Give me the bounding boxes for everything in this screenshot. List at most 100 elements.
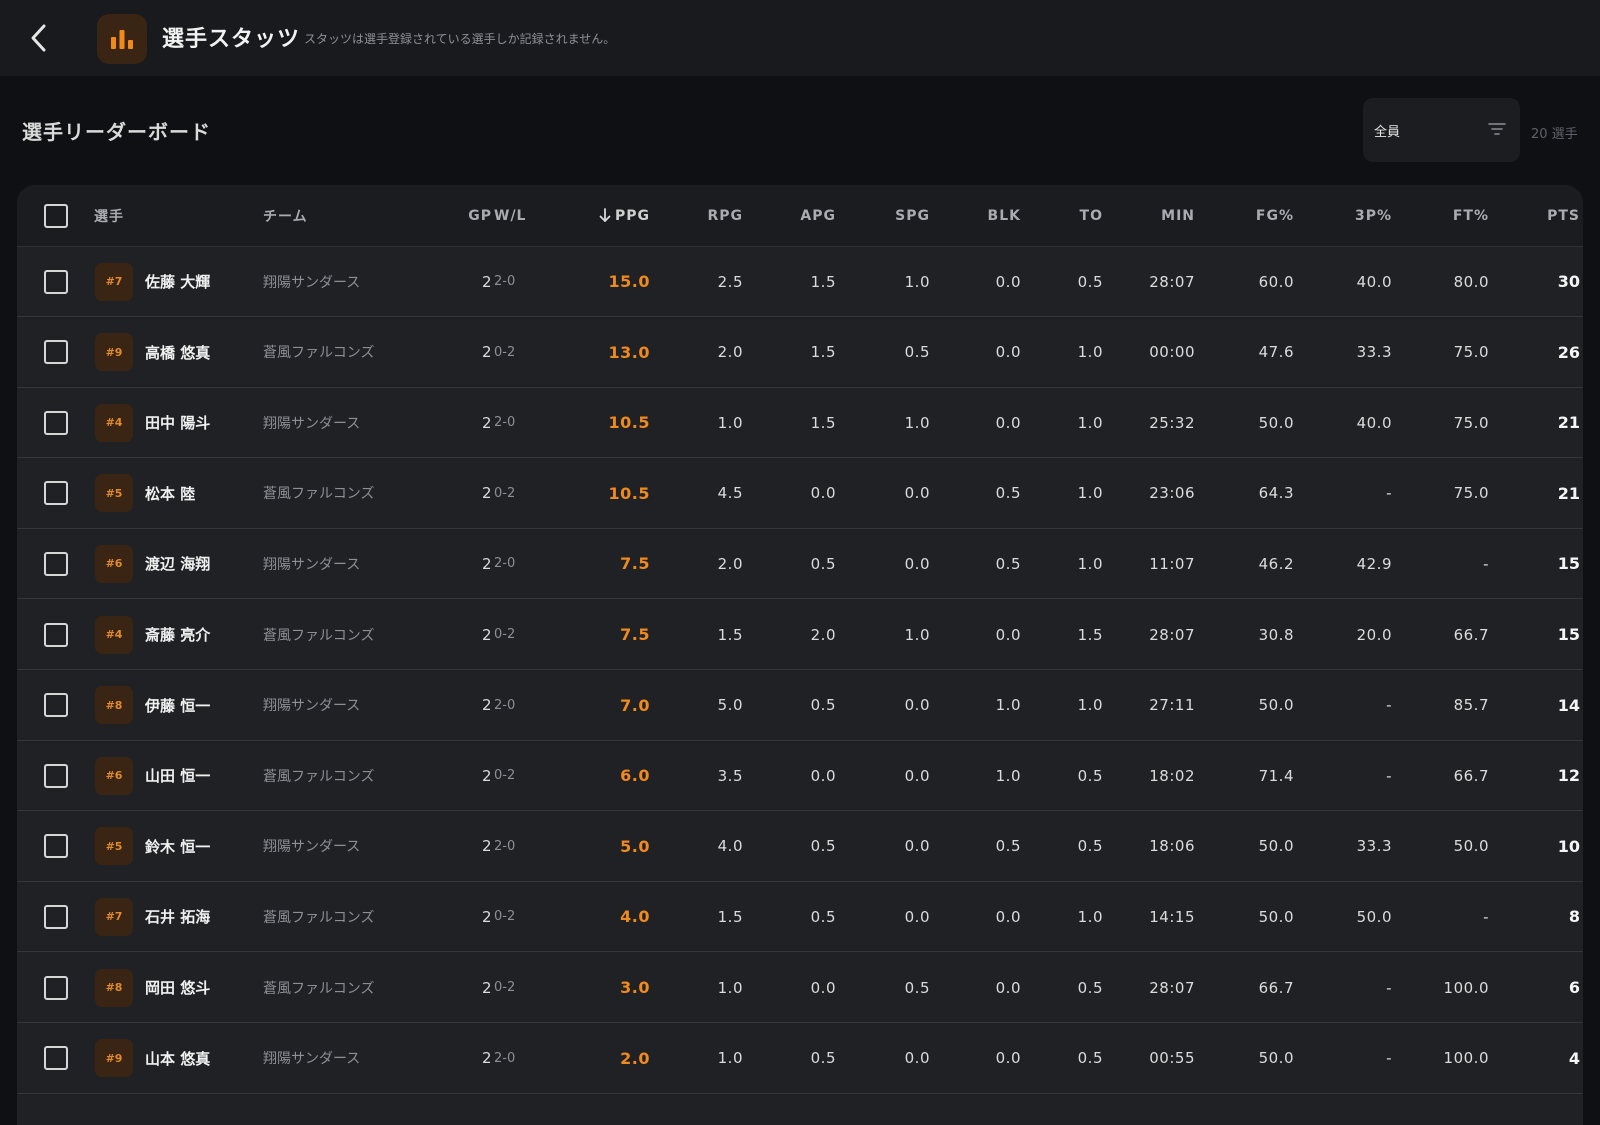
- player-name[interactable]: 斎藤 亮介: [145, 600, 210, 669]
- col-team[interactable]: チーム: [263, 185, 308, 246]
- table-row[interactable]: #6 山田 恒一 蒼風ファルコンズ 2 0-2 6.0 3.5 0.0 0.0 1.0 0.5 18:…: [17, 741, 1583, 812]
- table-header: 選手 チーム GP W/L PPG RPG APG SPG BLK TO MIN…: [17, 185, 1583, 247]
- fg-cell: 50.0: [1258, 413, 1294, 432]
- blk-cell: 0.0: [995, 413, 1021, 432]
- row-checkbox[interactable]: [44, 481, 68, 506]
- col-player[interactable]: 選手: [94, 185, 124, 246]
- to-cell: 0.5: [1077, 1049, 1103, 1068]
- player-name[interactable]: 石井 拓海: [145, 882, 210, 951]
- fg-cell: 71.4: [1258, 766, 1294, 785]
- table-row[interactable]: #5 鈴木 恒一 翔陽サンダース 2 2-0 5.0 4.0 0.5 0.0 0.5 0.5 18:0…: [17, 811, 1583, 882]
- spg-cell: 1.0: [904, 413, 930, 432]
- gp-cell: 2: [481, 837, 492, 856]
- spg-cell: 0.5: [904, 343, 930, 362]
- jersey-number-badge: #6: [95, 756, 133, 795]
- wl-cell: 2-0: [494, 838, 516, 854]
- ppg-cell: 10.5: [608, 483, 650, 503]
- row-checkbox[interactable]: [44, 904, 68, 929]
- fg-cell: 30.8: [1258, 625, 1294, 644]
- rpg-cell: 1.0: [717, 978, 743, 997]
- pts-cell: 10: [1557, 836, 1580, 856]
- col-gp[interactable]: GP: [437, 185, 492, 246]
- team-name: 蒼風ファルコンズ: [263, 980, 375, 997]
- pts-cell: 30: [1557, 272, 1580, 291]
- wl-cell: 0-2: [494, 909, 516, 925]
- 3p-cell: -: [1386, 1049, 1392, 1068]
- rpg-cell: 2.5: [717, 272, 743, 291]
- rpg-cell: 5.0: [717, 696, 743, 715]
- row-checkbox[interactable]: [44, 410, 68, 435]
- row-checkbox[interactable]: [44, 975, 68, 1000]
- gp-cell: 2: [481, 272, 492, 291]
- table-row[interactable]: #7 石井 拓海 蒼風ファルコンズ 2 0-2 4.0 1.5 0.5 0.0 0.0 1.0 14:…: [17, 882, 1583, 953]
- ft-cell: 85.7: [1453, 696, 1489, 715]
- apg-cell: 1.5: [810, 413, 836, 432]
- row-checkbox[interactable]: [44, 834, 68, 859]
- col-ppg[interactable]: PPG: [557, 185, 650, 246]
- player-name[interactable]: 山田 恒一: [145, 741, 210, 810]
- row-checkbox[interactable]: [44, 693, 68, 718]
- row-checkbox[interactable]: [44, 763, 68, 788]
- col-pts[interactable]: PTS: [1492, 185, 1580, 246]
- row-checkbox[interactable]: [44, 340, 68, 365]
- to-cell: 1.0: [1077, 413, 1103, 432]
- to-cell: 1.0: [1077, 484, 1103, 503]
- pts-cell: 21: [1557, 483, 1580, 503]
- filter-value: 全員: [1374, 125, 1401, 140]
- ppg-cell: 6.0: [620, 766, 650, 786]
- player-name[interactable]: 岡田 悠斗: [145, 953, 210, 1022]
- row-checkbox[interactable]: [44, 622, 68, 647]
- gp-cell: 2: [481, 413, 492, 432]
- col-spg[interactable]: SPG: [842, 185, 930, 246]
- col-to[interactable]: TO: [1027, 185, 1103, 246]
- col-apg[interactable]: APG: [747, 185, 836, 246]
- player-name[interactable]: 松本 陸: [145, 459, 195, 528]
- gp-cell: 2: [481, 554, 492, 573]
- row-checkbox[interactable]: [44, 1046, 68, 1071]
- col-fg[interactable]: FG%: [1197, 185, 1294, 246]
- table-row[interactable]: #5 松本 陸 蒼風ファルコンズ 2 0-2 10.5 4.5 0.0 0.0 0.5 1.0 23:…: [17, 458, 1583, 529]
- apg-cell: 0.5: [810, 837, 836, 856]
- ppg-cell: 7.5: [620, 625, 650, 644]
- blk-cell: 0.0: [995, 978, 1021, 997]
- table-row[interactable]: #4 斎藤 亮介 蒼風ファルコンズ 2 0-2 7.5 1.5 2.0 1.0 0.0 1.5 28:…: [17, 600, 1583, 670]
- player-name[interactable]: 渡辺 海翔: [145, 529, 210, 598]
- col-blk[interactable]: BLK: [932, 185, 1021, 246]
- player-filter-select[interactable]: 全員: [1363, 98, 1520, 162]
- row-checkbox[interactable]: [44, 551, 68, 576]
- table-row[interactable]: #9 山本 悠真 翔陽サンダース 2 2-0 2.0 1.0 0.5 0.0 0.0 0.5 00:5…: [17, 1023, 1583, 1094]
- select-all-checkbox[interactable]: [44, 203, 68, 228]
- table-row[interactable]: #7 佐藤 大輝 翔陽サンダース 2 2-0 15.0 2.5 1.5 1.0 0.0 0.5 28:…: [17, 247, 1583, 317]
- jersey-number-badge: #6: [95, 544, 133, 583]
- ft-cell: 75.0: [1453, 343, 1489, 362]
- wl-cell: 2-0: [494, 697, 516, 713]
- table-row[interactable]: #8 伊藤 恒一 翔陽サンダース 2 2-0 7.0 5.0 0.5 0.0 1.0 1.0 27:1…: [17, 670, 1583, 741]
- player-name[interactable]: 伊藤 恒一: [145, 671, 210, 740]
- apg-cell: 0.5: [810, 696, 836, 715]
- col-3p[interactable]: 3P%: [1297, 185, 1392, 246]
- fg-cell: 46.2: [1258, 554, 1294, 573]
- team-name: 翔陽サンダース: [263, 556, 361, 573]
- col-wl[interactable]: W/L: [494, 185, 526, 246]
- jersey-number-badge: #4: [95, 615, 133, 654]
- table-row[interactable]: #4 田中 陽斗 翔陽サンダース 2 2-0 10.5 1.0 1.5 1.0 0.0 1.0 25:…: [17, 388, 1583, 459]
- player-name[interactable]: 高橋 悠真: [145, 318, 210, 387]
- page-title: 選手スタッツ: [162, 27, 301, 52]
- wl-cell: 2-0: [494, 274, 516, 289]
- table-row[interactable]: #8 岡田 悠斗 蒼風ファルコンズ 2 0-2 3.0 1.0 0.0 0.5 0.0 0.5 28:…: [17, 953, 1583, 1023]
- back-button[interactable]: [22, 20, 56, 56]
- table-row[interactable]: #6 渡辺 海翔 翔陽サンダース 2 2-0 7.5 2.0 0.5 0.0 0.5 1.0 11:0…: [17, 529, 1583, 600]
- min-cell: 28:07: [1149, 272, 1195, 291]
- col-min[interactable]: MIN: [1107, 185, 1195, 246]
- pts-cell: 4: [1568, 1048, 1580, 1068]
- wl-cell: 2-0: [494, 556, 516, 572]
- col-ft[interactable]: FT%: [1395, 185, 1489, 246]
- table-row[interactable]: #9 高橋 悠真 蒼風ファルコンズ 2 0-2 13.0 2.0 1.5 0.5 0.0 1.0 00…: [17, 317, 1583, 388]
- player-name[interactable]: 鈴木 恒一: [145, 812, 210, 881]
- row-checkbox[interactable]: [44, 269, 68, 294]
- col-rpg[interactable]: RPG: [657, 185, 743, 246]
- rpg-cell: 3.5: [717, 766, 743, 785]
- player-name[interactable]: 田中 陽斗: [145, 388, 210, 457]
- player-name[interactable]: 佐藤 大輝: [145, 247, 210, 316]
- player-name[interactable]: 山本 悠真: [145, 1024, 210, 1093]
